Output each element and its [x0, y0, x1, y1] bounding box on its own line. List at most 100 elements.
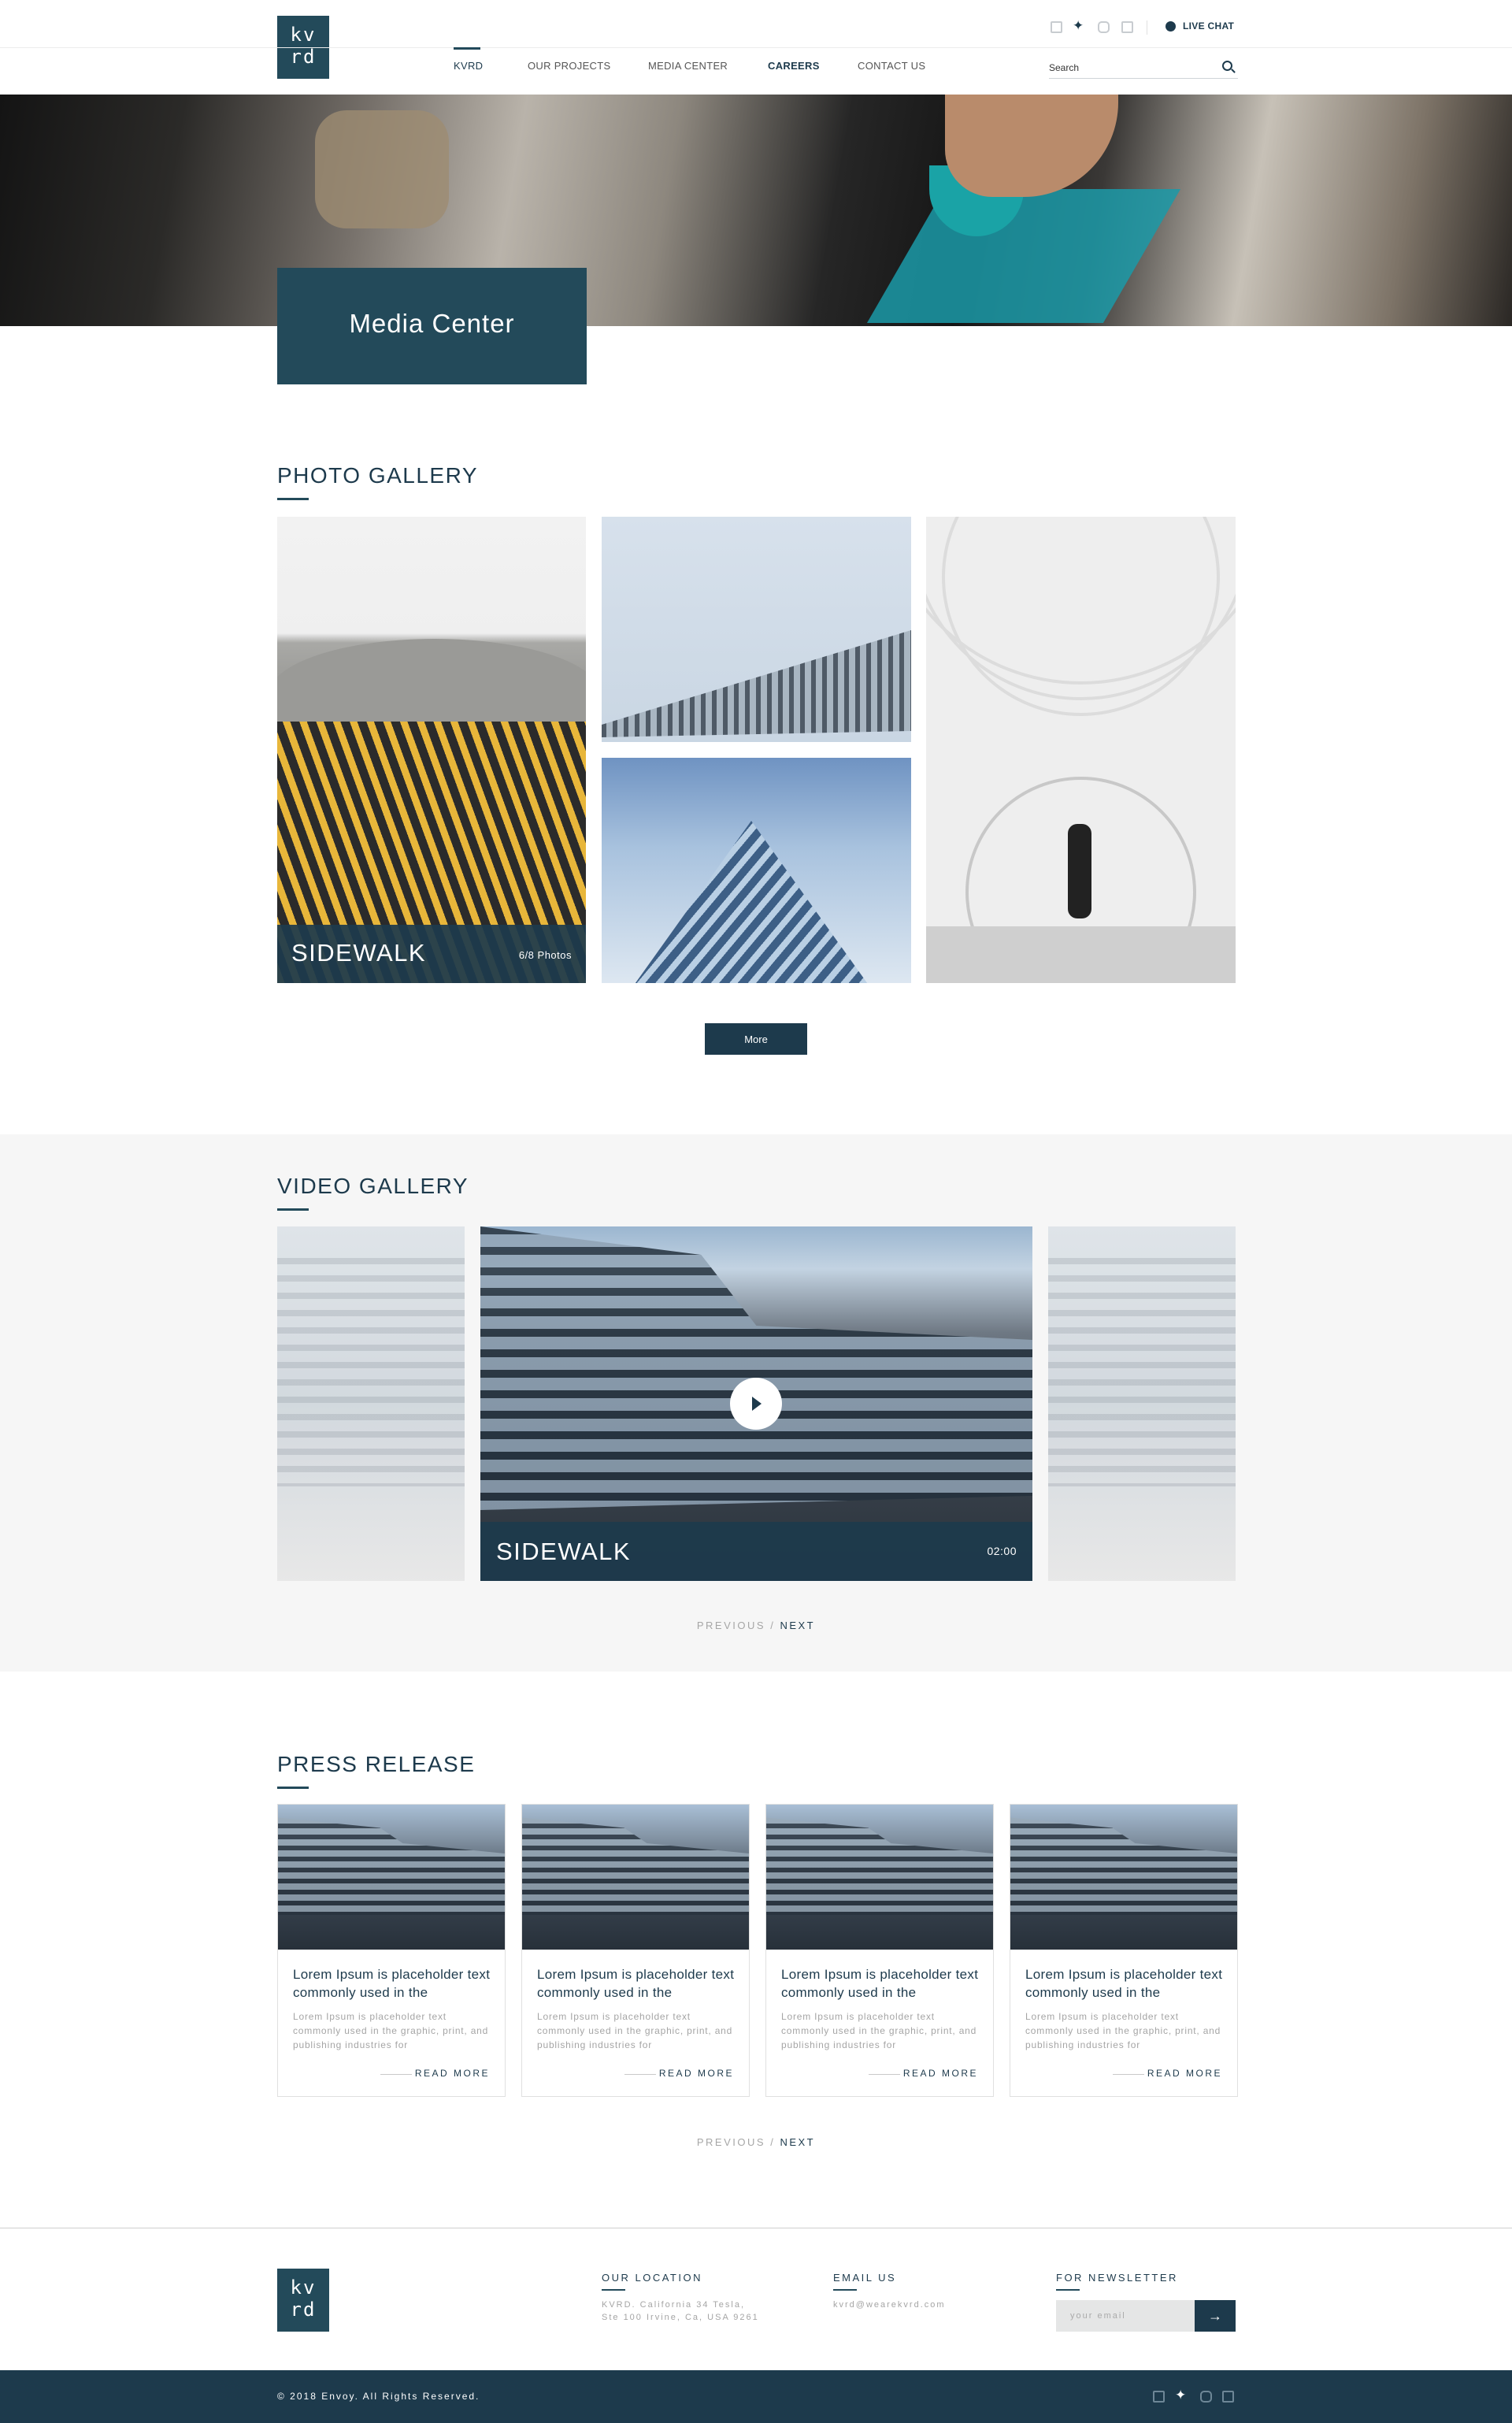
hero-saucer-shape [866, 189, 1181, 323]
photo-floor-shape [926, 926, 1236, 983]
video-gallery-title: VIDEO GALLERY [277, 1174, 469, 1198]
video-previous-button[interactable]: PREVIOUS [697, 1620, 765, 1631]
search-icon[interactable] [1222, 61, 1232, 71]
press-card-body: Lorem Ipsum is placeholder text commonly… [1025, 2011, 1221, 2050]
press-release-title: PRESS RELEASE [277, 1752, 476, 1776]
footer-address: KVRD. California 34 Tesla, Ste 100 Irvin… [602, 2299, 759, 2324]
press-release-title-bar [277, 1787, 309, 1789]
video-thumbnail-next[interactable] [1048, 1226, 1236, 1581]
press-card-title[interactable]: Lorem Ipsum is placeholder text commonly… [293, 1965, 495, 2002]
press-card-body: Lorem Ipsum is placeholder text commonly… [537, 2011, 733, 2050]
photo-building-shape [602, 630, 911, 737]
press-card-image [278, 1805, 505, 1950]
video-gallery-title-bar [277, 1208, 309, 1211]
photo-gallery-title-bar [277, 498, 309, 500]
video-building-shape [480, 1226, 1032, 1510]
newsletter-email-input[interactable] [1056, 2300, 1195, 2332]
press-previous-button[interactable]: PREVIOUS [697, 2136, 765, 2148]
gallery-photo[interactable] [602, 758, 911, 983]
photo-count: 6/8 Photos [518, 949, 572, 961]
search-input[interactable] [1049, 57, 1238, 79]
logo-text-top: kv [290, 24, 317, 46]
nav-item-careers[interactable]: CAREERS [768, 60, 820, 72]
press-card-image [766, 1805, 993, 1950]
press-card-title[interactable]: Lorem Ipsum is placeholder text commonly… [1025, 1965, 1227, 2002]
gallery-photo[interactable] [602, 517, 911, 742]
facebook-icon[interactable] [1051, 21, 1062, 33]
press-card-image [1010, 1805, 1237, 1950]
press-card-image [522, 1805, 749, 1950]
footer-email-link[interactable]: kvrd@wearekvrd.com [833, 2299, 946, 2311]
pager-separator: / [770, 1620, 776, 1631]
press-card-title[interactable]: Lorem Ipsum is placeholder text commonly… [537, 1965, 739, 2002]
logo-text-bottom: rd [290, 46, 317, 68]
read-more-link[interactable]: READ MORE [1147, 2068, 1222, 2079]
video-duration: 02:00 [987, 1545, 1017, 1557]
read-more-link[interactable]: READ MORE [903, 2068, 978, 2079]
footer-email-bar [833, 2289, 857, 2291]
twitter-icon[interactable]: ✦ [1175, 2388, 1187, 2402]
video-pager: PREVIOUS / NEXT [0, 1620, 1512, 1631]
press-card[interactable]: Lorem Ipsum is placeholder text commonly… [765, 1804, 994, 2097]
footer-email-title: EMAIL US [833, 2272, 897, 2284]
hero-image [0, 95, 1512, 326]
photo-caption-title: SIDEWALK [291, 939, 427, 967]
press-card[interactable]: Lorem Ipsum is placeholder text commonly… [521, 1804, 750, 2097]
press-card-body: Lorem Ipsum is placeholder text commonly… [781, 2011, 977, 2050]
nav-item-media-center[interactable]: MEDIA CENTER [648, 60, 728, 72]
gallery-photo[interactable] [926, 517, 1236, 983]
twitter-icon[interactable]: ✦ [1073, 19, 1084, 32]
linkedin-icon[interactable] [1121, 21, 1133, 33]
press-card[interactable]: Lorem Ipsum is placeholder text commonly… [1010, 1804, 1238, 2097]
photo-gallery-title: PHOTO GALLERY [277, 463, 478, 488]
press-card-body: Lorem Ipsum is placeholder text commonly… [293, 2011, 489, 2050]
copyright-text: © 2018 Envoy. All Rights Reserved. [277, 2391, 480, 2402]
nav-item-contact-us[interactable]: CONTACT US [858, 60, 925, 72]
site-header: kv rd ✦ LIVE CHAT KVRD OUR PROJECTS MEDI… [0, 0, 1512, 95]
logo-text-bottom: rd [290, 2299, 317, 2321]
photo-building-shape [633, 821, 869, 983]
more-button[interactable]: More [705, 1023, 807, 1055]
footer-logo[interactable]: kv rd [277, 2269, 329, 2332]
gallery-photo-featured[interactable]: SIDEWALK 6/8 Photos [277, 517, 586, 983]
logo-text-top: kv [290, 2276, 317, 2299]
press-card[interactable]: Lorem Ipsum is placeholder text commonly… [277, 1804, 506, 2097]
photo-arc-shape [942, 517, 1220, 716]
read-more-line [869, 2074, 900, 2075]
video-thumbnail-prev[interactable] [277, 1226, 465, 1581]
read-more-link[interactable]: READ MORE [415, 2068, 490, 2079]
video-next-button[interactable]: NEXT [780, 1620, 815, 1631]
video-caption-title: SIDEWALK [496, 1538, 632, 1565]
page-title: Media Center [349, 309, 515, 338]
read-more-line [624, 2074, 656, 2075]
photo-person-shape [1068, 824, 1091, 918]
address-line: Ste 100 Irvine, Ca, USA 9261 [602, 2313, 759, 2322]
instagram-icon[interactable] [1098, 21, 1110, 33]
footer-newsletter-bar [1056, 2289, 1080, 2291]
read-more-line [380, 2074, 412, 2075]
linkedin-icon[interactable] [1222, 2391, 1234, 2403]
play-button[interactable] [730, 1378, 782, 1430]
read-more-line [1113, 2074, 1144, 2075]
video-player[interactable]: SIDEWALK 02:00 [480, 1226, 1032, 1581]
press-card-title[interactable]: Lorem Ipsum is placeholder text commonly… [781, 1965, 983, 2002]
facebook-icon[interactable] [1153, 2391, 1165, 2403]
video-caption: SIDEWALK 02:00 [480, 1522, 1032, 1581]
hero-jar-shape [315, 110, 449, 228]
header-divider [0, 47, 1512, 48]
footer-bottom-bar: © 2018 Envoy. All Rights Reserved. ✦ [0, 2370, 1512, 2423]
live-chat-link[interactable]: LIVE CHAT [1183, 20, 1234, 32]
newsletter-submit-button[interactable]: → [1195, 2300, 1236, 2332]
press-pager: PREVIOUS / NEXT [0, 2136, 1512, 2148]
instagram-icon[interactable] [1200, 2391, 1212, 2403]
pager-separator: / [770, 2136, 776, 2148]
nav-item-kvrd[interactable]: KVRD [454, 60, 483, 72]
chat-icon[interactable] [1166, 21, 1176, 32]
footer-location-title: OUR LOCATION [602, 2272, 702, 2284]
footer-newsletter-title: FOR NEWSLETTER [1056, 2272, 1178, 2284]
read-more-link[interactable]: READ MORE [659, 2068, 734, 2079]
hero-hand-shape [945, 95, 1118, 197]
nav-item-our-projects[interactable]: OUR PROJECTS [528, 60, 610, 72]
active-nav-indicator [454, 47, 480, 50]
press-next-button[interactable]: NEXT [780, 2136, 815, 2148]
